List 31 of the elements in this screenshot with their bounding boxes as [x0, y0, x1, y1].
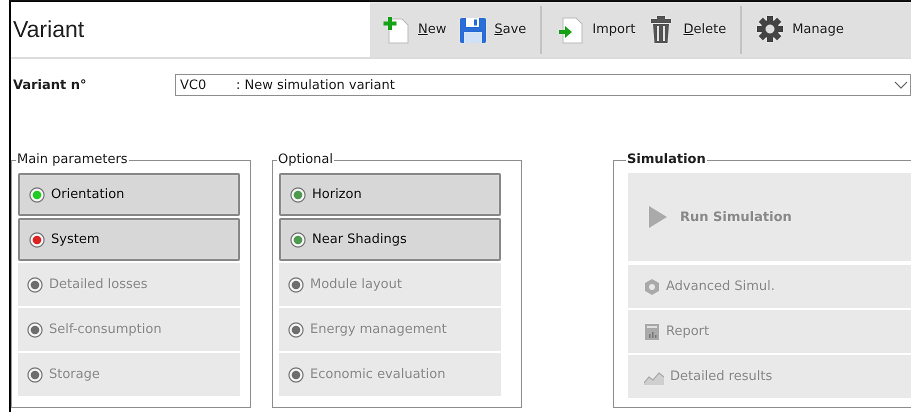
report-icon — [644, 324, 660, 340]
variant-dropdown[interactable]: VC0 : New simulation variant — [175, 74, 911, 96]
field-label: Variant n° — [12, 78, 88, 92]
parameter-button[interactable]: System — [18, 218, 240, 261]
toolbar-button[interactable]: Import — [550, 2, 642, 57]
parameter-button[interactable]: Near Shadings — [279, 218, 501, 261]
document-plus-icon — [382, 14, 410, 44]
status-dot-icon — [29, 232, 45, 248]
parameter-button[interactable]: Orientation — [18, 173, 240, 216]
chevron-down-icon — [894, 81, 908, 89]
toolbar-button[interactable]: Save — [452, 2, 532, 57]
toolbar-button[interactable]: Manage — [750, 2, 850, 57]
play-icon — [648, 205, 668, 229]
toolbar-button[interactable]: Delete — [641, 2, 732, 57]
status-dot-icon — [27, 276, 43, 292]
status-dot-icon — [290, 232, 306, 248]
group-title: Main parameters — [16, 152, 129, 167]
status-dot-icon — [288, 322, 304, 338]
status-dot-icon — [27, 322, 43, 338]
status-dot-icon — [288, 366, 304, 382]
document-arrow-icon — [556, 14, 584, 44]
status-dot-icon — [290, 186, 306, 202]
status-dot-icon — [29, 186, 45, 202]
toolbar-button[interactable]: New — [376, 2, 452, 57]
gear-icon — [756, 14, 784, 44]
parameter-button[interactable]: Horizon — [279, 173, 501, 216]
window-title: Variant — [12, 15, 86, 44]
status-dot-icon — [27, 366, 43, 382]
group-title: Optional — [277, 152, 334, 167]
gear-icon — [644, 278, 660, 294]
status-dot-icon — [288, 276, 304, 292]
